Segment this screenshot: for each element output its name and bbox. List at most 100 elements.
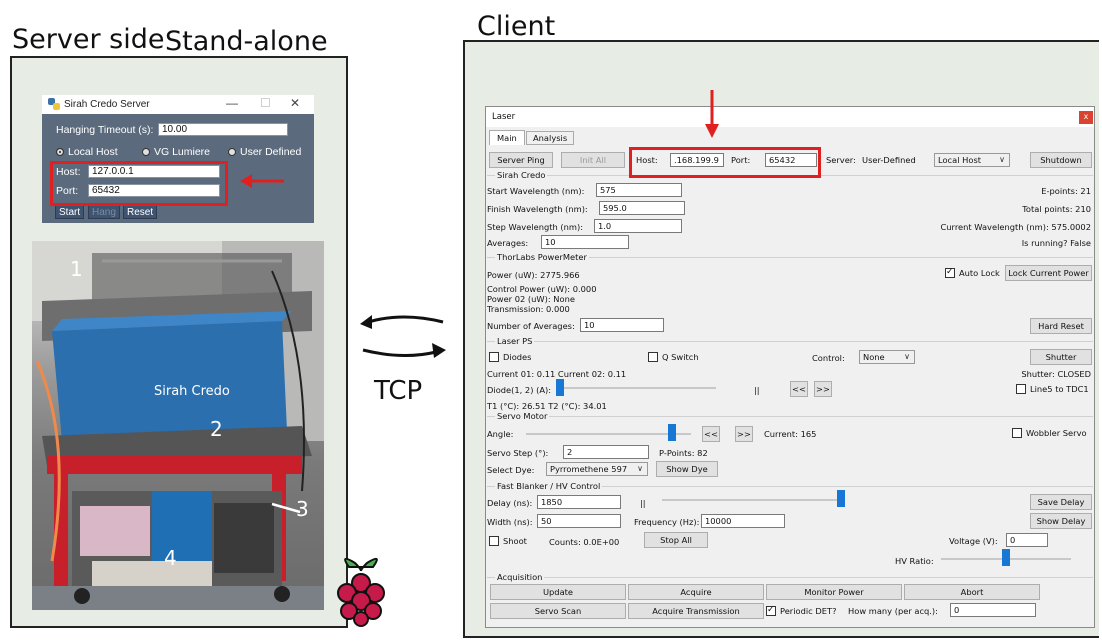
radio-dot xyxy=(56,148,64,156)
diode-next-button[interactable]: >> xyxy=(814,381,832,397)
servo-scan-button[interactable]: Servo Scan xyxy=(490,603,626,619)
radio-vg-lumiere[interactable]: VG Lumiere xyxy=(142,146,210,158)
servo-group xyxy=(487,416,1093,417)
delay-slider-thumb[interactable] xyxy=(837,490,845,507)
tab-analysis[interactable]: Analysis xyxy=(526,131,575,145)
start-button[interactable]: Start xyxy=(55,205,85,219)
tcp-label: TCP xyxy=(374,376,423,406)
angle-next-button[interactable]: >> xyxy=(735,426,753,442)
wobbler-servo-checkbox[interactable]: Wobbler Servo xyxy=(1012,428,1087,438)
auto-lock-checkbox[interactable]: Auto Lock xyxy=(945,267,1000,278)
diode-prev-button[interactable]: << xyxy=(790,381,808,397)
show-dye-button[interactable]: Show Dye xyxy=(656,461,718,477)
line5-checkbox[interactable]: Line5 to TDC1 xyxy=(1016,384,1089,394)
delay-slider-track[interactable] xyxy=(662,499,842,501)
save-delay-button[interactable]: Save Delay xyxy=(1030,494,1092,510)
periodic-det-checkbox[interactable]: Periodic DET? xyxy=(766,605,836,616)
servo-step-label: Servo Step (°): xyxy=(487,448,549,458)
finish-wavelength-input[interactable]: 595.0 xyxy=(599,201,685,215)
radio-dot xyxy=(142,148,150,156)
init-all-button[interactable]: Init All xyxy=(561,152,625,168)
close-icon[interactable]: x xyxy=(1079,111,1093,124)
control-label: Control: xyxy=(812,353,845,363)
diode-label: Diode(1, 2) (A): xyxy=(487,385,552,395)
stop-all-button[interactable]: Stop All xyxy=(644,532,708,548)
timeout-input[interactable]: 10.00 xyxy=(158,123,288,136)
shutter-state-value: Shutter: CLOSED xyxy=(1021,369,1091,379)
delay-pause-icon[interactable]: || xyxy=(640,498,646,508)
photo-number-2: 2 xyxy=(210,417,223,441)
acquire-button[interactable]: Acquire xyxy=(628,584,764,600)
total-points-value: Total points: 210 xyxy=(1022,204,1091,214)
shutter-button[interactable]: Shutter xyxy=(1030,349,1092,365)
voltage-input[interactable]: 0 xyxy=(1006,533,1048,547)
hv-ratio-slider-thumb[interactable] xyxy=(1002,549,1010,566)
lock-current-power-button[interactable]: Lock Current Power xyxy=(1005,265,1092,281)
thorlabs-group-title: ThorLabs PowerMeter xyxy=(495,252,589,262)
instrument-photo: 1 2 3 4 Sirah Credo xyxy=(32,241,324,610)
counts-value: Counts: 0.0E+00 xyxy=(549,537,620,547)
power-value: Power (uW): 2775.966 xyxy=(487,270,580,280)
monitor-power-button[interactable]: Monitor Power xyxy=(766,584,902,600)
select-dye-label: Select Dye: xyxy=(487,465,535,475)
python-icon xyxy=(48,98,60,110)
minimize-icon[interactable]: — xyxy=(226,96,238,110)
hard-reset-button[interactable]: Hard Reset xyxy=(1030,318,1092,334)
acquisition-group xyxy=(487,577,1093,578)
start-wavelength-label: Start Wavelength (nm): xyxy=(487,186,585,196)
servo-current-value: Current: 165 xyxy=(764,429,817,439)
server-window-title: Sirah Credo Server xyxy=(64,99,150,110)
power02-value: Power 02 (uW): None xyxy=(487,294,575,304)
frequency-input[interactable]: 10000 xyxy=(701,514,785,528)
dye-select[interactable]: Pyrromethene 597 xyxy=(546,462,648,476)
number-of-averages-input[interactable]: 10 xyxy=(580,318,664,332)
server-ping-button[interactable]: Server Ping xyxy=(489,152,553,168)
checkbox-icon xyxy=(1012,428,1022,438)
averages-input[interactable]: 10 xyxy=(541,235,629,249)
show-delay-button[interactable]: Show Delay xyxy=(1030,513,1092,529)
frequency-label: Frequency (Hz): xyxy=(634,517,700,527)
radio-dot xyxy=(228,148,236,156)
angle-label: Angle: xyxy=(487,429,514,439)
averages-label: Averages: xyxy=(487,238,529,248)
diode-pause-icon[interactable]: || xyxy=(754,385,760,395)
start-wavelength-input[interactable]: 575 xyxy=(596,183,682,197)
abort-button[interactable]: Abort xyxy=(904,584,1040,600)
diodes-checkbox[interactable]: Diodes xyxy=(489,352,531,362)
hv-ratio-label: HV Ratio: xyxy=(895,556,934,566)
checkbox-icon xyxy=(945,267,955,278)
diode-slider-track[interactable] xyxy=(556,387,716,389)
control-select[interactable]: None xyxy=(859,350,915,364)
photo-number-4: 4 xyxy=(164,546,177,570)
update-button[interactable]: Update xyxy=(490,584,626,600)
server-select[interactable]: Local Host xyxy=(934,153,1010,167)
radio-user-defined[interactable]: User Defined xyxy=(228,146,301,158)
control-power-value: Control Power (uW): 0.000 xyxy=(487,284,597,294)
laser-window: Laser x Main Analysis Server Ping Init A… xyxy=(485,106,1095,628)
angle-prev-button[interactable]: << xyxy=(702,426,720,442)
temperatures-value: T1 (°C): 26.51 T2 (°C): 34.01 xyxy=(487,401,607,411)
shutdown-button[interactable]: Shutdown xyxy=(1030,152,1092,168)
servo-step-input[interactable]: 2 xyxy=(563,445,649,459)
acquire-transmission-button[interactable]: Acquire Transmission xyxy=(628,603,764,619)
angle-slider-track[interactable] xyxy=(526,433,691,435)
tab-main[interactable]: Main xyxy=(489,130,525,145)
shoot-checkbox[interactable]: Shoot xyxy=(489,536,527,546)
photo-number-1: 1 xyxy=(70,257,83,281)
step-wavelength-input[interactable]: 1.0 xyxy=(594,219,682,233)
radio-local-host[interactable]: Local Host xyxy=(56,146,118,158)
close-icon[interactable]: ✕ xyxy=(290,96,300,110)
diode-slider-thumb[interactable] xyxy=(556,379,564,396)
width-label: Width (ns): xyxy=(487,517,533,527)
reset-button[interactable]: Reset xyxy=(123,205,158,219)
sirah-group-title: Sirah Credo xyxy=(495,170,548,180)
q-switch-checkbox[interactable]: Q Switch xyxy=(648,352,699,362)
angle-slider-thumb[interactable] xyxy=(668,424,676,441)
width-input[interactable]: 50 xyxy=(537,514,621,528)
hang-button[interactable]: Hang xyxy=(88,205,120,219)
acquisition-group-title: Acquisition xyxy=(495,572,545,582)
delay-input[interactable]: 1850 xyxy=(537,495,621,509)
transmission-value: Transmission: 0.000 xyxy=(487,304,570,314)
maximize-icon[interactable]: ☐ xyxy=(260,96,271,110)
how-many-input[interactable]: 0 xyxy=(950,603,1036,617)
